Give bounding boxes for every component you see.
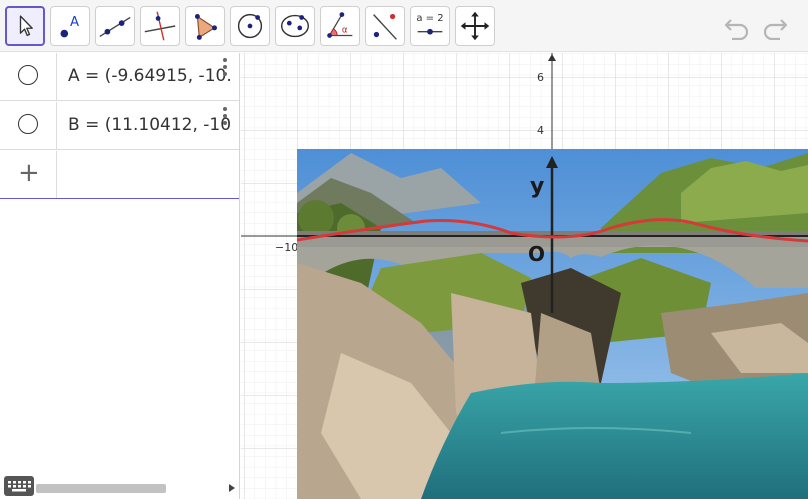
algebra-input-row[interactable]: + [0,151,239,199]
line-icon [99,16,131,38]
photo-y-axis-label: y [530,174,544,199]
algebra-definition-b[interactable]: B = (11.10412, -10.14 [68,115,230,135]
undo-button[interactable] [722,12,752,41]
horizontal-scrollbar[interactable] [36,484,166,493]
geogebra-app: A α a = 2 A = (-9.64915, -10 B = (11.104… [0,0,808,499]
move-graphics-view-icon [460,11,490,41]
y-tick-label-6: 6 [537,71,544,84]
reflect-line-icon [373,13,397,40]
plus-icon[interactable]: + [18,159,40,187]
point-tool-button[interactable]: A [50,6,90,46]
ellipse-tool-button[interactable] [275,6,315,46]
move-tool-button[interactable] [5,6,45,46]
polygon-icon [194,14,217,40]
undo-icon [724,19,749,41]
circle-center-point-icon [237,13,263,39]
point-icon: A [60,15,79,38]
algebra-text-clip: A = (-9.64915, -10.121 [58,53,230,101]
polygon-tool-button[interactable] [185,6,225,46]
point-tool-label: A [70,15,79,30]
keyboard-icon [8,481,31,492]
toolbar: A α a = 2 [0,0,808,52]
algebra-text-clip: B = (11.10412, -10.14 [58,102,230,150]
visibility-toggle[interactable] [18,65,38,85]
perpendicular-line-icon [144,11,176,41]
x-tick-label-neg10: −10 [275,241,298,254]
graphics-view[interactable]: 6 4 −10 y O [241,53,808,499]
move-graphics-tool-button[interactable] [455,6,495,46]
circle-tool-button[interactable] [230,6,270,46]
redo-icon [763,19,788,41]
marble-cell: + [0,151,57,198]
algebra-row-a[interactable]: A = (-9.64915, -10.121 [0,53,239,101]
visibility-toggle[interactable] [18,114,38,134]
algebra-row-b[interactable]: B = (11.10412, -10.14 [0,102,239,150]
angle-icon: α [327,12,353,38]
arrow-cursor-icon [19,15,33,37]
marble-cell [0,53,57,100]
photo-origin-label: O [528,242,545,266]
reflect-tool-button[interactable] [365,6,405,46]
marble-cell [0,102,57,149]
angle-tool-button[interactable]: α [320,6,360,46]
slider-icon [417,28,443,35]
y-tick-label-4: 4 [537,124,544,137]
more-vertical-icon[interactable] [222,106,228,128]
line-tool-button[interactable] [95,6,135,46]
algebra-view: A = (-9.64915, -10.121 B = (11.10412, -1… [0,53,240,499]
more-vertical-icon[interactable] [222,57,228,79]
ellipse-icon [280,14,310,38]
keyboard-button[interactable] [4,476,34,496]
angle-tool-label: α [342,26,348,36]
perpendicular-tool-button[interactable] [140,6,180,46]
redo-button[interactable] [760,12,790,41]
scroll-right-arrow-icon[interactable] [228,483,236,493]
algebra-definition-a[interactable]: A = (-9.64915, -10.121 [68,66,230,86]
slider-tool-button[interactable]: a = 2 [410,6,450,46]
bridge-photo[interactable]: y O [297,149,808,499]
graphics-canvas[interactable]: 6 4 −10 y O [241,53,808,499]
